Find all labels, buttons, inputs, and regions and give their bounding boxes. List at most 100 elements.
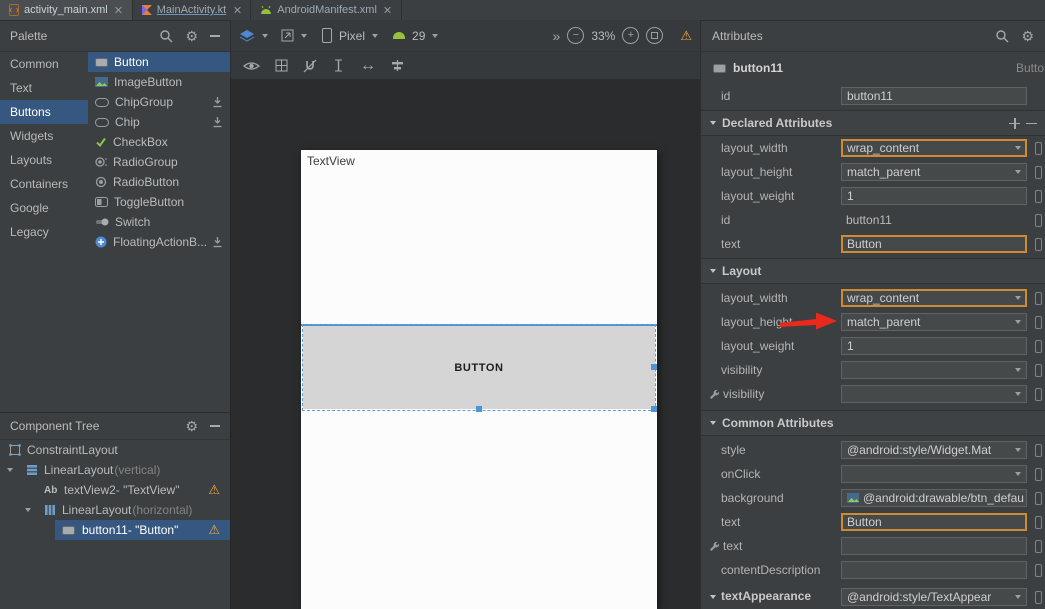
onclick-combo[interactable] bbox=[841, 465, 1027, 483]
api-selector[interactable]: 29 bbox=[412, 29, 425, 43]
resize-handle-right[interactable] bbox=[651, 364, 657, 370]
zoom-in-button[interactable]: + bbox=[622, 27, 639, 44]
palette-item-switch[interactable]: Switch bbox=[88, 212, 230, 232]
design-canvas[interactable]: TextView BUTTON bbox=[230, 80, 700, 609]
text-input[interactable]: Button bbox=[841, 513, 1027, 531]
tree-row-constraintlayout[interactable]: ConstraintLayout bbox=[0, 440, 230, 460]
favorite-flag-icon[interactable] bbox=[1035, 166, 1042, 179]
favorite-flag-icon[interactable] bbox=[1035, 492, 1042, 505]
remove-attribute-icon[interactable] bbox=[1026, 118, 1037, 129]
id-input[interactable]: button11 bbox=[841, 87, 1027, 105]
device-selector[interactable]: Pixel bbox=[339, 29, 365, 43]
favorite-flag-icon[interactable] bbox=[1035, 444, 1042, 457]
minimize-icon[interactable] bbox=[210, 425, 220, 427]
autoconnect-magnet-icon[interactable] bbox=[303, 59, 317, 73]
section-common-attributes[interactable]: Common Attributes bbox=[701, 410, 1045, 436]
text-input[interactable]: Button bbox=[841, 235, 1027, 253]
palette-item-radiogroup[interactable]: RadioGroup bbox=[88, 152, 230, 172]
layout-height-combo[interactable]: match_parent bbox=[841, 313, 1027, 331]
tree-row-linearlayout-horizontal[interactable]: LinearLayout (horizontal) bbox=[0, 500, 230, 520]
resize-handle-bottom[interactable] bbox=[476, 406, 482, 412]
palette-category-legacy[interactable]: Legacy bbox=[0, 220, 88, 244]
view-options-eye-icon[interactable] bbox=[243, 60, 260, 72]
layout-width-combo[interactable]: wrap_content bbox=[841, 139, 1027, 157]
palette-item-imagebutton[interactable]: ImageButton bbox=[88, 72, 230, 92]
tree-row-textview2[interactable]: Ab textView2- "TextView" ⚠ bbox=[0, 480, 230, 500]
tools-text-input[interactable] bbox=[841, 537, 1027, 555]
favorite-flag-icon[interactable] bbox=[1035, 564, 1042, 577]
palette-item-floatingactionbutton[interactable]: FloatingActionB... bbox=[88, 232, 230, 252]
favorite-flag-icon[interactable] bbox=[1035, 516, 1042, 529]
tree-row-button11[interactable]: button11- "Button" ⚠ bbox=[0, 520, 230, 540]
constraint-arrows-icon[interactable]: ↔ bbox=[360, 58, 376, 74]
chevron-down-icon[interactable] bbox=[301, 34, 307, 38]
chevron-down-icon[interactable] bbox=[372, 34, 378, 38]
section-collapse-icon[interactable] bbox=[710, 595, 716, 599]
expand-arrow-icon[interactable] bbox=[25, 508, 31, 512]
palette-category-google[interactable]: Google bbox=[0, 196, 88, 220]
gear-icon[interactable]: ⚙ bbox=[185, 419, 198, 433]
palette-category-layouts[interactable]: Layouts bbox=[0, 148, 88, 172]
favorite-flag-icon[interactable] bbox=[1035, 292, 1042, 305]
add-attribute-icon[interactable] bbox=[1009, 118, 1020, 129]
combo-arrow-icon[interactable] bbox=[1015, 296, 1021, 300]
favorite-flag-icon[interactable] bbox=[1035, 190, 1042, 203]
palette-item-button[interactable]: Button bbox=[88, 52, 230, 72]
palette-category-widgets[interactable]: Widgets bbox=[0, 124, 88, 148]
search-icon[interactable] bbox=[159, 29, 173, 43]
resize-handle-bottom-right[interactable] bbox=[651, 406, 657, 412]
layout-weight-input[interactable]: 1 bbox=[841, 187, 1027, 205]
design-surface-icon[interactable] bbox=[239, 29, 255, 43]
favorite-flag-icon[interactable] bbox=[1035, 238, 1042, 251]
contentdescription-input[interactable] bbox=[841, 561, 1027, 579]
layout-width-combo[interactable]: wrap_content bbox=[841, 289, 1027, 307]
favorite-flag-icon[interactable] bbox=[1035, 214, 1042, 227]
guidelines-icon[interactable] bbox=[332, 59, 345, 72]
field-value[interactable]: button11 bbox=[846, 208, 892, 232]
warning-icon[interactable]: ⚠ bbox=[680, 29, 692, 42]
chevron-down-icon[interactable] bbox=[432, 34, 438, 38]
palette-category-buttons[interactable]: Buttons bbox=[0, 100, 88, 124]
search-icon[interactable] bbox=[995, 29, 1009, 43]
close-icon[interactable] bbox=[233, 6, 241, 14]
palette-item-chipgroup[interactable]: ChipGroup bbox=[88, 92, 230, 112]
toolbar-overflow-icon[interactable]: » bbox=[553, 29, 561, 43]
style-combo[interactable]: @android:style/Widget.Mat bbox=[841, 441, 1027, 459]
gear-icon[interactable]: ⚙ bbox=[1021, 29, 1034, 43]
combo-arrow-icon[interactable] bbox=[1015, 472, 1021, 476]
tab-mainactivity-kt[interactable]: MainActivity.kt bbox=[133, 0, 251, 20]
section-declared-attributes[interactable]: Declared Attributes bbox=[701, 110, 1045, 136]
palette-item-checkbox[interactable]: CheckBox bbox=[88, 132, 230, 152]
combo-arrow-icon[interactable] bbox=[1015, 392, 1021, 396]
visibility-combo[interactable] bbox=[841, 361, 1027, 379]
palette-category-common[interactable]: Common bbox=[0, 52, 88, 76]
favorite-flag-icon[interactable] bbox=[1035, 468, 1042, 481]
section-layout[interactable]: Layout bbox=[701, 258, 1045, 284]
orientation-icon[interactable] bbox=[281, 29, 294, 42]
layout-height-combo[interactable]: match_parent bbox=[841, 163, 1027, 181]
canvas-textview[interactable]: TextView bbox=[307, 154, 355, 168]
favorite-flag-icon[interactable] bbox=[1035, 364, 1042, 377]
layout-weight-input[interactable]: 1 bbox=[841, 337, 1027, 355]
combo-arrow-icon[interactable] bbox=[1015, 320, 1021, 324]
favorite-flag-icon[interactable] bbox=[1035, 388, 1042, 401]
tab-activity-main-xml[interactable]: activity_main.xml bbox=[0, 0, 133, 20]
expand-arrow-icon[interactable] bbox=[7, 468, 13, 472]
combo-arrow-icon[interactable] bbox=[1015, 595, 1021, 599]
close-icon[interactable] bbox=[115, 6, 123, 14]
blueprint-grid-icon[interactable] bbox=[275, 59, 288, 72]
gear-icon[interactable]: ⚙ bbox=[185, 29, 198, 43]
device-artboard[interactable]: TextView BUTTON bbox=[301, 150, 657, 609]
favorite-flag-icon[interactable] bbox=[1035, 316, 1042, 329]
tab-androidmanifest-xml[interactable]: AndroidManifest.xml bbox=[251, 0, 402, 20]
palette-category-text[interactable]: Text bbox=[0, 76, 88, 100]
close-icon[interactable] bbox=[384, 6, 392, 14]
background-resource-field[interactable]: @android:drawable/btn_defau bbox=[841, 489, 1027, 507]
minimize-icon[interactable] bbox=[210, 35, 220, 37]
align-distribute-icon[interactable] bbox=[391, 59, 404, 72]
favorite-flag-icon[interactable] bbox=[1035, 340, 1042, 353]
palette-item-radiobutton[interactable]: RadioButton bbox=[88, 172, 230, 192]
favorite-flag-icon[interactable] bbox=[1035, 540, 1042, 553]
favorite-flag-icon[interactable] bbox=[1035, 591, 1042, 604]
combo-arrow-icon[interactable] bbox=[1015, 170, 1021, 174]
